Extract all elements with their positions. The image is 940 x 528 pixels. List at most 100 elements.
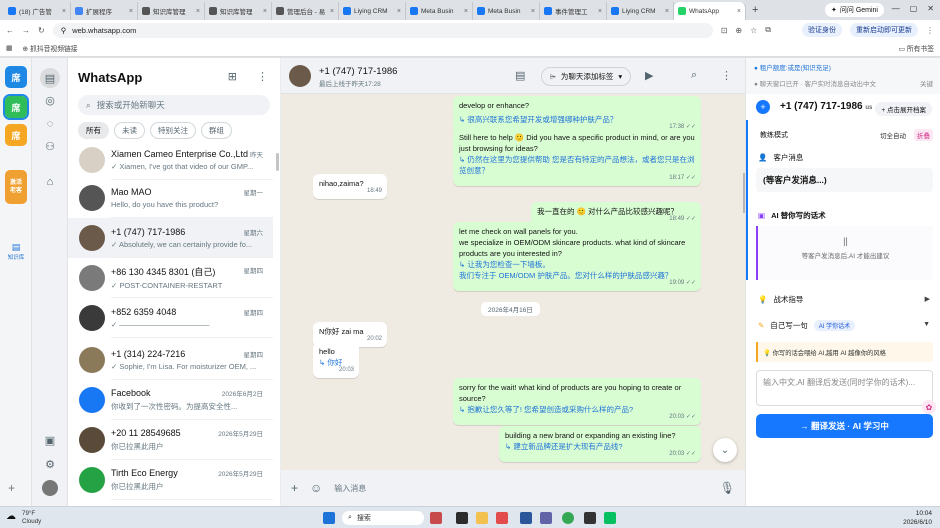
chat-list-item[interactable]: Facebook 2026年6月2日 你收到了一次性密码。为提高安全性... xyxy=(68,380,273,420)
chat-list-scrollbar[interactable] xyxy=(276,153,279,171)
store-icon[interactable]: ⌂ xyxy=(42,174,58,190)
add-label-button[interactable]: ⌲ 为聊天添加标签 ▾ xyxy=(541,67,632,86)
install-app-icon[interactable]: ⊡ xyxy=(721,26,728,35)
new-chat-icon[interactable]: ⊞ xyxy=(228,70,237,83)
contact-avatar[interactable] xyxy=(289,65,311,87)
catalog-icon[interactable]: ▤ xyxy=(515,69,525,82)
chevron-right-icon[interactable]: ▶ xyxy=(925,295,930,303)
seat-button-2[interactable]: 席 xyxy=(3,94,29,120)
incoming-message[interactable]: hello ↳ 你好 20:03 xyxy=(313,342,359,378)
filter-favorites[interactable]: 特别关注 xyxy=(150,122,196,139)
settings-gear-icon[interactable]: ⚙ xyxy=(42,456,58,472)
close-tab-icon[interactable]: × xyxy=(464,8,468,15)
maximize-icon[interactable]: ▢ xyxy=(910,4,918,13)
seat-button-3[interactable]: 席 xyxy=(5,124,27,146)
close-tab-icon[interactable]: × xyxy=(129,8,133,15)
chevron-down-icon[interactable]: ▼ xyxy=(923,321,930,328)
bookmark-item[interactable]: ⊕ 抓抖音视频链接 xyxy=(22,43,77,53)
contact-name[interactable]: +1 (747) 717-1986 xyxy=(319,66,397,77)
close-tab-icon[interactable]: × xyxy=(263,8,267,15)
microphone-icon[interactable]: 🎙 xyxy=(720,481,735,495)
app-icon[interactable] xyxy=(430,512,442,524)
close-tab-icon[interactable]: × xyxy=(62,8,66,15)
browser-tab[interactable]: 扩展程序 × xyxy=(71,2,138,20)
outgoing-message[interactable]: sorry for the wait! what kind of product… xyxy=(453,378,701,425)
channels-icon[interactable]: ◌ xyxy=(42,116,58,132)
all-bookmarks[interactable]: ▭ 所有书签 xyxy=(899,43,935,53)
browser-tab[interactable]: (18) 广告管 × xyxy=(4,2,71,20)
app-icon[interactable] xyxy=(496,512,508,524)
back-icon[interactable]: ← xyxy=(6,26,14,35)
fold-button[interactable]: 折叠 xyxy=(914,129,933,141)
system-clock[interactable]: 10:04 2026/6/10 xyxy=(903,509,932,527)
extensions-icon[interactable]: ⧉ xyxy=(765,25,771,35)
add-plugin-icon[interactable]: + xyxy=(8,481,15,495)
close-tab-icon[interactable]: × xyxy=(665,8,669,15)
weather-widget[interactable]: 79°F Cloudy xyxy=(22,510,41,526)
gemini-button[interactable]: ✦ 问问 Gemini xyxy=(825,3,884,17)
profile-avatar[interactable] xyxy=(42,480,58,496)
terminal-icon[interactable] xyxy=(584,512,596,524)
restart-update-button[interactable]: 重新启动即可更新 xyxy=(850,23,918,37)
filter-all[interactable]: 所有 xyxy=(78,122,109,139)
seat-button-1[interactable]: 席 xyxy=(5,66,27,88)
outgoing-message[interactable]: building a new brand or expanding an exi… xyxy=(499,426,701,462)
chat-menu-icon[interactable]: ⋮ xyxy=(721,69,732,82)
close-tab-icon[interactable]: × xyxy=(598,8,602,15)
switch-auto-button[interactable]: 切全自动 xyxy=(880,130,906,140)
browser-tab[interactable]: 知识库管理 × xyxy=(205,2,272,20)
zoom-icon[interactable]: ⊕ xyxy=(735,26,742,35)
browser-tab[interactable]: 知识库管理 × xyxy=(138,2,205,20)
knowledge-base-link[interactable]: ▤ 知识库 xyxy=(3,242,29,261)
task-view-icon[interactable] xyxy=(456,512,468,524)
close-window-icon[interactable]: ✕ xyxy=(927,4,934,13)
teams-icon[interactable] xyxy=(540,512,552,524)
outgoing-message[interactable]: Still here to help 🙂 Did you have a spec… xyxy=(453,128,701,186)
chinese-input-field[interactable]: 输入中文,AI 翻译后发送(同时学你的话术)... xyxy=(756,370,933,406)
new-tab-button[interactable]: + xyxy=(746,4,764,16)
list-menu-icon[interactable]: ⋮ xyxy=(257,70,268,83)
communities-icon[interactable]: ⚇ xyxy=(42,138,58,154)
verify-identity-button[interactable]: 验证身份 xyxy=(802,23,842,37)
chat-list-item[interactable]: +1 (747) 717-1986 星期六 ✓ Absolutely, we can… xyxy=(68,218,273,258)
translate-send-button[interactable]: → 翻译发送 · AI 学习中 xyxy=(756,414,933,438)
reload-icon[interactable]: ↻ xyxy=(38,26,45,35)
browser-tab[interactable]: WhatsApp × xyxy=(674,2,746,20)
url-field[interactable]: ⚲ web.whatsapp.com xyxy=(52,22,713,38)
filter-groups[interactable]: 群组 xyxy=(201,122,232,139)
chat-list-item[interactable]: +20 11 28549685 2026年5月29日 你已拉黑此用户 xyxy=(68,420,273,460)
incoming-message[interactable]: nihao,zaima? 18:49 xyxy=(313,174,387,199)
chat-list-item[interactable]: Tirth Eco Energy 2026年5月29日 你已拉黑此用户 xyxy=(68,460,273,500)
attach-plus-icon[interactable]: + xyxy=(291,481,298,495)
message-input[interactable]: 输入消息 xyxy=(334,483,707,494)
search-input[interactable]: ⌕ 搜索或开始新聊天 xyxy=(78,95,270,115)
apps-grid-icon[interactable]: ▦ xyxy=(6,44,12,52)
filter-unread[interactable]: 未读 xyxy=(114,122,145,139)
add-contact-icon[interactable]: + xyxy=(756,100,770,114)
expand-profile-button[interactable]: + 点击展开档案 xyxy=(875,102,932,116)
close-tab-icon[interactable]: × xyxy=(330,8,334,15)
outgoing-message[interactable]: let me check on wall panels for you. we … xyxy=(453,222,701,291)
browser-tab[interactable]: Liying CRM × xyxy=(607,2,674,20)
chrome-icon[interactable] xyxy=(562,512,574,524)
minimize-icon[interactable]: — xyxy=(892,4,900,13)
video-call-icon[interactable]: ▶ xyxy=(645,69,653,82)
browser-tab[interactable]: Meta Busin × xyxy=(473,2,540,20)
taskbar-search[interactable]: ⌕ 搜索 xyxy=(342,511,424,525)
browser-tab[interactable]: 管理后台 - 易 × xyxy=(272,2,339,20)
chats-icon[interactable]: ▤ xyxy=(40,68,60,88)
windows-start-icon[interactable] xyxy=(323,512,335,524)
browser-tab[interactable]: Liying CRM × xyxy=(339,2,406,20)
close-tab-icon[interactable]: × xyxy=(196,8,200,15)
close-tab-icon[interactable]: × xyxy=(397,8,401,15)
word-icon[interactable] xyxy=(520,512,532,524)
menu-icon[interactable]: ⋮ xyxy=(926,26,934,35)
bookmark-star-icon[interactable]: ☆ xyxy=(750,26,757,35)
chat-list-item[interactable]: +852 6359 4048 星期四 ✓ ———————————— xyxy=(68,298,273,338)
browser-tab[interactable]: Meta Busin × xyxy=(406,2,473,20)
file-explorer-icon[interactable] xyxy=(476,512,488,524)
self-write-section[interactable]: ✎ 自己写一句 AI 学你话术 xyxy=(758,320,856,331)
float-helper-icon[interactable]: ✿ xyxy=(922,400,936,414)
tactics-section[interactable]: 💡 战术指导 xyxy=(758,294,803,305)
forward-icon[interactable]: → xyxy=(22,26,30,35)
